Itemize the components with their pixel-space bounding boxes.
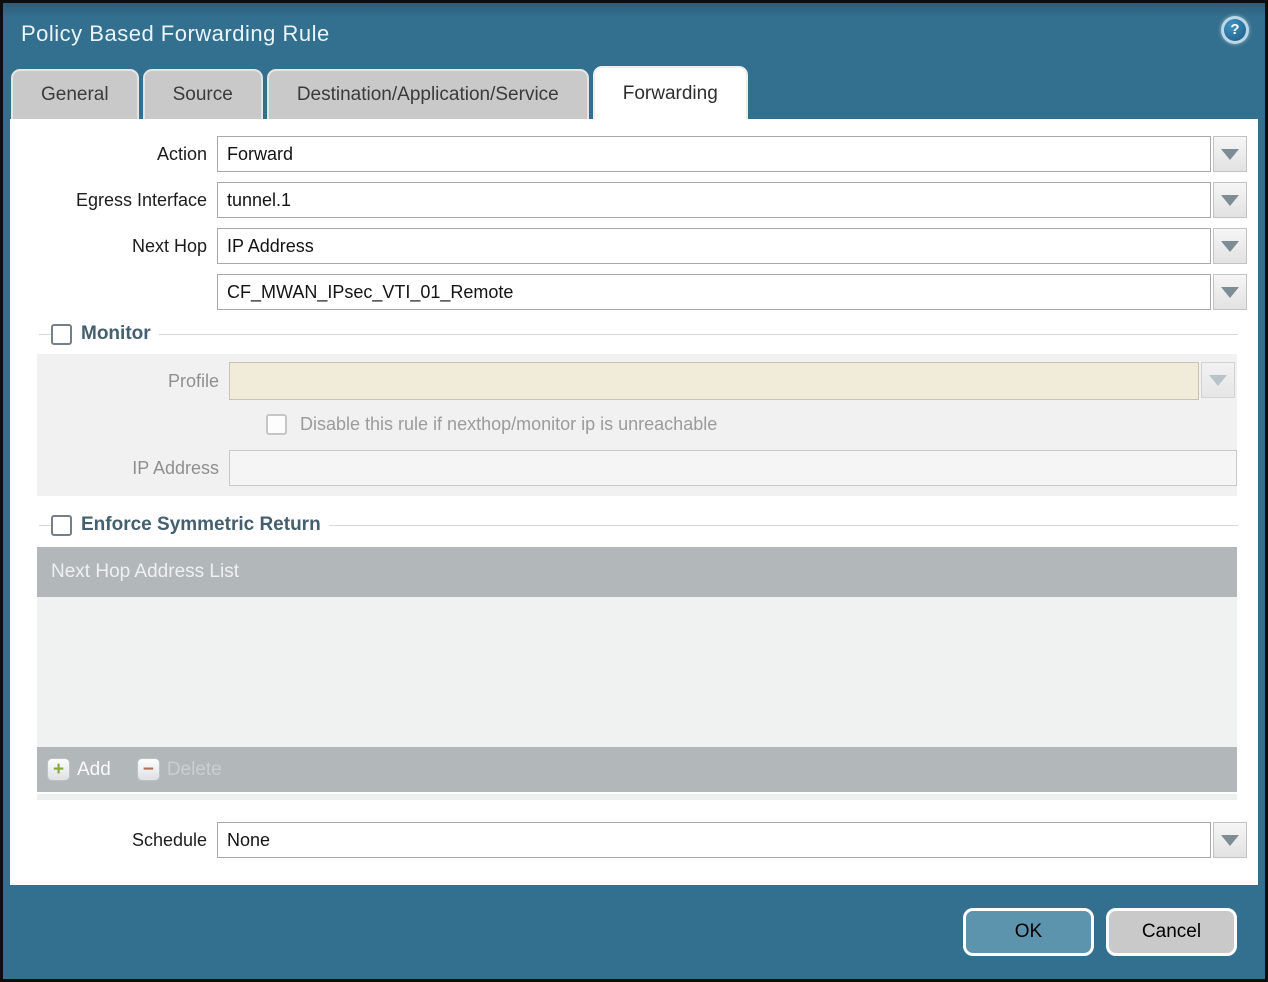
disable-rule-checkbox [266, 414, 287, 435]
monitor-section-head: Monitor [39, 320, 1238, 348]
action-label: Action [156, 143, 207, 164]
chevron-down-icon [1221, 240, 1239, 252]
next-hop-address-list-body[interactable] [37, 597, 1237, 747]
next-hop-type-dropdown-button[interactable] [1213, 228, 1247, 264]
profile-label: Profile [167, 370, 219, 391]
next-hop-row: Next Hop IP Address [10, 228, 1258, 264]
monitor-ip-address-label: IP Address [132, 457, 219, 478]
screenshot-frame: Policy Based Forwarding Rule ? General S… [0, 0, 1268, 982]
next-hop-label: Next Hop [131, 235, 207, 256]
profile-select [229, 362, 1199, 400]
chevron-down-icon [1221, 286, 1239, 298]
action-select[interactable]: Forward [217, 136, 1211, 172]
next-hop-address-list-table: Next Hop Address List + Add − Delete [37, 547, 1237, 792]
forwarding-tab-panel: Action Forward Egress Interface tunnel.1 [10, 119, 1258, 885]
fieldset-bottom-strip [37, 794, 1237, 800]
enforce-symmetric-return-section-head: Enforce Symmetric Return [39, 511, 1238, 539]
next-hop-address-row: CF_MWAN_IPsec_VTI_01_Remote [10, 274, 1258, 310]
egress-interface-select[interactable]: tunnel.1 [217, 182, 1211, 218]
egress-interface-row: Egress Interface tunnel.1 [10, 182, 1258, 218]
tab-source[interactable]: Source [142, 69, 263, 119]
tab-general[interactable]: General [11, 69, 139, 119]
action-row: Action Forward [10, 136, 1258, 172]
next-hop-type-select[interactable]: IP Address [217, 228, 1211, 264]
chevron-down-icon [1209, 374, 1227, 386]
chevron-down-icon [1221, 834, 1239, 846]
enforce-symmetric-return-title: Enforce Symmetric Return [81, 514, 321, 535]
disable-rule-label: Disable this rule if nexthop/monitor ip … [300, 414, 718, 434]
tab-forwarding[interactable]: Forwarding [592, 66, 748, 119]
chevron-down-icon [1221, 194, 1239, 206]
monitor-ip-address-row: IP Address [37, 450, 1237, 486]
tab-source-label: Source [172, 84, 233, 105]
next-hop-address-list-header: Next Hop Address List [37, 547, 1237, 597]
add-button-label: Add [77, 758, 111, 780]
action-dropdown-button[interactable] [1213, 136, 1247, 172]
dialog-titlebar: Policy Based Forwarding Rule ? [3, 3, 1265, 65]
minus-icon: − [136, 758, 160, 781]
profile-dropdown-button [1201, 362, 1235, 398]
help-button[interactable]: ? [1221, 16, 1249, 44]
chevron-down-icon [1221, 148, 1239, 160]
plus-icon: + [47, 758, 70, 781]
tab-destination-application-service[interactable]: Destination/Application/Service [266, 69, 589, 119]
egress-interface-label: Egress Interface [75, 189, 207, 210]
delete-button-label: Delete [166, 758, 222, 780]
cancel-button[interactable]: Cancel [1106, 908, 1237, 956]
tab-bar: General Source Destination/Application/S… [3, 65, 1265, 119]
policy-based-forwarding-dialog: Policy Based Forwarding Rule ? General S… [3, 3, 1265, 979]
dialog-footer: OK Cancel [3, 885, 1265, 979]
schedule-dropdown-button[interactable] [1213, 822, 1247, 858]
schedule-label: Schedule [131, 829, 207, 850]
add-button[interactable]: + Add [47, 758, 111, 781]
tab-general-label: General [41, 84, 109, 105]
ok-button[interactable]: OK [963, 908, 1094, 956]
schedule-select[interactable]: None [217, 822, 1211, 858]
tab-destination-application-service-label: Destination/Application/Service [296, 84, 559, 105]
monitor-checkbox[interactable] [51, 323, 72, 345]
delete-button: − Delete [136, 758, 222, 781]
next-hop-address-list-header-label: Next Hop Address List [51, 561, 239, 582]
next-hop-address-list-toolbar: + Add − Delete [37, 747, 1237, 792]
monitor-panel: Profile Disable this rule if nexthop/mon… [37, 354, 1237, 496]
tab-forwarding-label: Forwarding [622, 82, 718, 104]
profile-row: Profile [37, 362, 1237, 400]
help-icon: ? [1224, 19, 1246, 41]
next-hop-address-select[interactable]: CF_MWAN_IPsec_VTI_01_Remote [217, 274, 1211, 310]
enforce-symmetric-return-checkbox[interactable] [51, 514, 72, 536]
next-hop-address-dropdown-button[interactable] [1213, 274, 1247, 310]
monitor-section-title: Monitor [81, 323, 151, 344]
monitor-ip-address-input [229, 450, 1237, 486]
disable-rule-row: Disable this rule if nexthop/monitor ip … [266, 414, 1237, 435]
schedule-row: Schedule None [10, 822, 1258, 858]
dialog-title: Policy Based Forwarding Rule [21, 21, 330, 46]
egress-interface-dropdown-button[interactable] [1213, 182, 1247, 218]
